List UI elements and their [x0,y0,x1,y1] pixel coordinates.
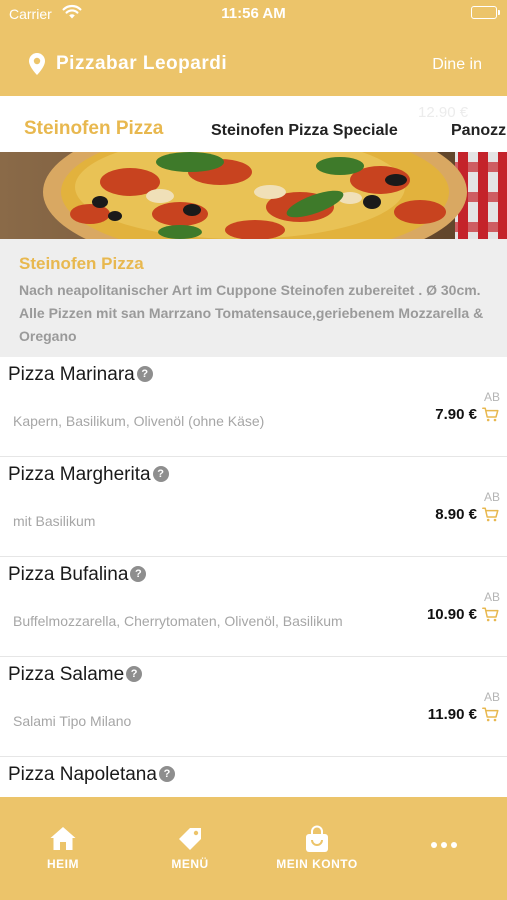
help-icon[interactable]: ? [136,366,153,382]
more-icon [381,841,507,849]
nav-account[interactable]: MEIN KONTO [254,797,380,900]
app-header: Carrier 11:56 AM Pizzabar Leopardi Dine … [0,0,507,96]
cart-icon[interactable] [482,507,499,527]
status-bar: Carrier 11:56 AM [0,0,507,28]
menu-item-price: 7.90 € [435,406,477,423]
cart-icon[interactable] [482,707,499,727]
nav-menu-label: MENÜ [171,857,209,871]
menu-item-name-wrap: Pizza Bufalina? [8,564,147,586]
menu-item-name: Pizza Napoletana [8,764,157,785]
menu-item-name-wrap: Pizza Marinara? [8,364,153,386]
price-prefix: AB [483,590,500,604]
price-prefix: AB [483,390,500,404]
menu-item-description: Buffelmozzarella, Cherrytomaten, Olivenö… [13,613,343,629]
menu-item[interactable]: Pizza Napoletana? [0,757,507,797]
menu-item-description: Kapern, Basilikum, Olivenöl (ohne Käse) [13,413,265,429]
nav-menu[interactable]: MENÜ [127,797,253,900]
menu-item-description: Salami Tipo Milano [13,713,132,729]
partial-price: 12.90 € [418,104,469,121]
menu-item-list: Pizza Marinara? Kapern, Basilikum, Olive… [0,357,507,797]
help-icon[interactable]: ? [130,566,147,582]
menu-item[interactable]: Pizza Salame? Salami Tipo Milano AB 11.9… [0,657,507,757]
price-prefix: AB [483,690,500,704]
location-pin-icon[interactable] [28,52,46,81]
menu-item-price: 10.90 € [426,606,477,623]
category-description: Steinofen Pizza Nach neapolitanischer Ar… [0,239,507,357]
restaurant-name[interactable]: Pizzabar Leopardi [56,53,227,75]
menu-item-name: Pizza Margherita [8,464,151,485]
menu-item-name-wrap: Pizza Salame? [8,664,143,686]
cart-icon[interactable] [482,407,499,427]
menu-item[interactable]: Pizza Margherita? mit Basilikum AB 8.90 … [0,457,507,557]
tab-steinofen-pizza-speciale[interactable]: Steinofen Pizza Speciale [211,122,398,140]
nav-more[interactable] [381,797,507,900]
menu-item-name-wrap: Pizza Margherita? [8,464,169,486]
tab-steinofen-pizza[interactable]: Steinofen Pizza [24,118,163,140]
help-icon[interactable]: ? [152,466,169,482]
tag-icon [127,825,253,853]
help-icon[interactable]: ? [126,666,143,682]
category-banner-image [0,152,507,239]
bag-icon [254,825,380,853]
nav-home[interactable]: HEIM [0,797,126,900]
nav-home-label: HEIM [47,857,79,871]
menu-item-description: mit Basilikum [13,513,96,529]
menu-item-name: Pizza Marinara [8,364,135,385]
order-mode-button[interactable]: Dine in [432,56,482,74]
category-description-text: Nach neapolitanischer Art im Cuppone Ste… [19,282,484,344]
home-icon [0,825,126,851]
menu-item-price: 8.90 € [435,506,477,523]
category-title: Steinofen Pizza [19,254,144,273]
menu-item-name: Pizza Bufalina [8,564,129,585]
category-tabs: 12.90 € Steinofen Pizza Steinofen Pizza … [0,96,507,152]
cart-icon[interactable] [482,607,499,627]
price-prefix: AB [483,490,500,504]
menu-item[interactable]: Pizza Bufalina? Buffelmozzarella, Cherry… [0,557,507,657]
tab-panozz[interactable]: Panozz [451,122,506,140]
menu-item-price: 11.90 € [427,706,477,723]
menu-item[interactable]: Pizza Marinara? Kapern, Basilikum, Olive… [0,357,507,457]
clock: 11:56 AM [221,5,286,22]
nav-account-label: MEIN KONTO [276,857,358,871]
battery-icon [471,6,500,19]
help-icon[interactable]: ? [158,766,175,782]
menu-item-name: Pizza Salame [8,664,125,685]
menu-item-name-wrap: Pizza Napoletana? [8,764,175,786]
bottom-nav: HEIM MENÜ MEIN KONTO [0,797,507,900]
